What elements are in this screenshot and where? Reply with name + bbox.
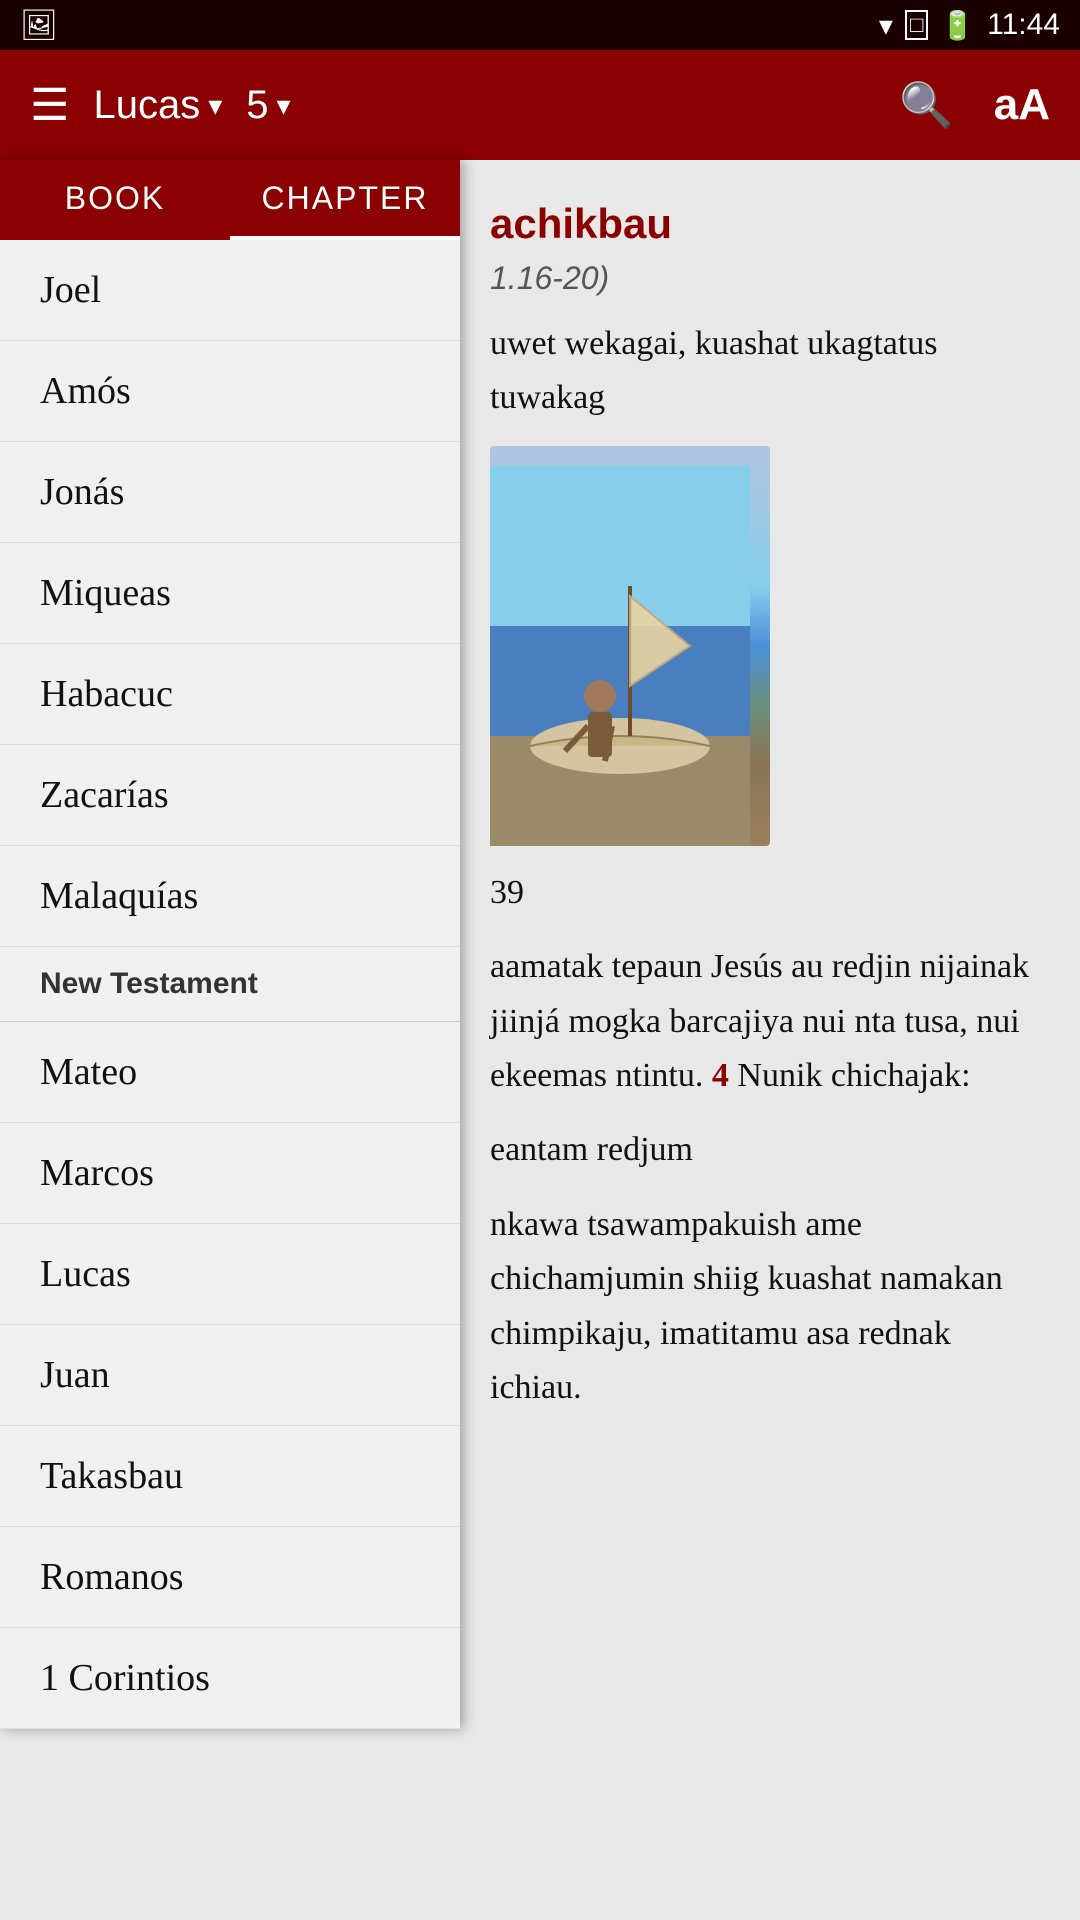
list-item-malaquias[interactable]: Malaquías [0, 846, 460, 947]
dropdown-panel: BOOK CHAPTER Joel Amós Jonás Miqueas Hab… [0, 160, 460, 1729]
list-item-miqueas[interactable]: Miqueas [0, 543, 460, 644]
list-item-zacarias[interactable]: Zacarías [0, 745, 460, 846]
font-size-icon[interactable]: aA [994, 80, 1050, 130]
new-testament-header: New Testament [0, 947, 460, 1022]
verse-image [490, 446, 770, 846]
list-item-joel[interactable]: Joel [0, 240, 460, 341]
menu-icon[interactable]: ☰ [30, 80, 69, 131]
book-name: Lucas [93, 83, 200, 128]
verse-title: achikbau [490, 200, 1030, 248]
content-inner: achikbau 1.16-20) uwet wekagai, kuashat … [460, 180, 1060, 1455]
verse-text-4: eantam redjum [490, 1123, 1030, 1177]
list-item-marcos[interactable]: Marcos [0, 1123, 460, 1224]
verse-number-3: 4 [712, 1057, 729, 1094]
status-bar-right: ▾ □ 🔋 11:44 [879, 8, 1060, 42]
list-item-romanos[interactable]: Romanos [0, 1527, 460, 1628]
book-selector[interactable]: Lucas ▾ [93, 83, 222, 128]
chapter-selector[interactable]: 5 ▾ [246, 83, 290, 128]
list-item-habacuc[interactable]: Habacuc [0, 644, 460, 745]
list-item-lucas[interactable]: Lucas [0, 1224, 460, 1325]
app-icon: 🖼 [20, 8, 58, 43]
sim-icon: □ [905, 10, 928, 40]
tab-bar: BOOK CHAPTER [0, 160, 460, 240]
chapter-number: 5 [246, 83, 268, 128]
status-bar: 🖼 ▾ □ 🔋 11:44 [0, 0, 1080, 50]
toolbar: ☰ Lucas ▾ 5 ▾ 🔍 aA [0, 50, 1080, 160]
list-item-1corintios[interactable]: 1 Corintios [0, 1628, 460, 1729]
wifi-icon: ▾ [879, 9, 893, 42]
list-item-mateo[interactable]: Mateo [0, 1022, 460, 1123]
tab-chapter[interactable]: CHAPTER [230, 160, 460, 240]
boat-image-svg [490, 466, 750, 846]
time-display: 11:44 [987, 8, 1060, 42]
battery-icon: 🔋 [940, 9, 975, 42]
verse-text-2: aamatak tepaun Jesús au redjin nijainak … [490, 940, 1030, 1103]
verse-number-display: 39 [490, 866, 1030, 920]
toolbar-right: 🔍 aA [899, 79, 1050, 131]
list-item-jonas[interactable]: Jonás [0, 442, 460, 543]
verse-subtitle: 1.16-20) [490, 260, 1030, 297]
tab-book[interactable]: BOOK [0, 160, 230, 240]
search-icon[interactable]: 🔍 [899, 79, 954, 131]
verse-text-5: nkawa tsawampakuish ame chichamjumin shi… [490, 1198, 1030, 1416]
list-item-amos[interactable]: Amós [0, 341, 460, 442]
list-item-juan[interactable]: Juan [0, 1325, 460, 1426]
book-dropdown-arrow: ▾ [208, 89, 222, 122]
chapter-dropdown-arrow: ▾ [277, 89, 291, 122]
book-list: Joel Amós Jonás Miqueas Habacuc Zacarías… [0, 240, 460, 1729]
verse-text-1: uwet wekagai, kuashat ukagtatus tuwakag [490, 317, 1030, 426]
toolbar-left: ☰ Lucas ▾ 5 ▾ [30, 80, 291, 131]
list-item-takasbau[interactable]: Takasbau [0, 1426, 460, 1527]
status-bar-left: 🖼 [20, 8, 58, 43]
